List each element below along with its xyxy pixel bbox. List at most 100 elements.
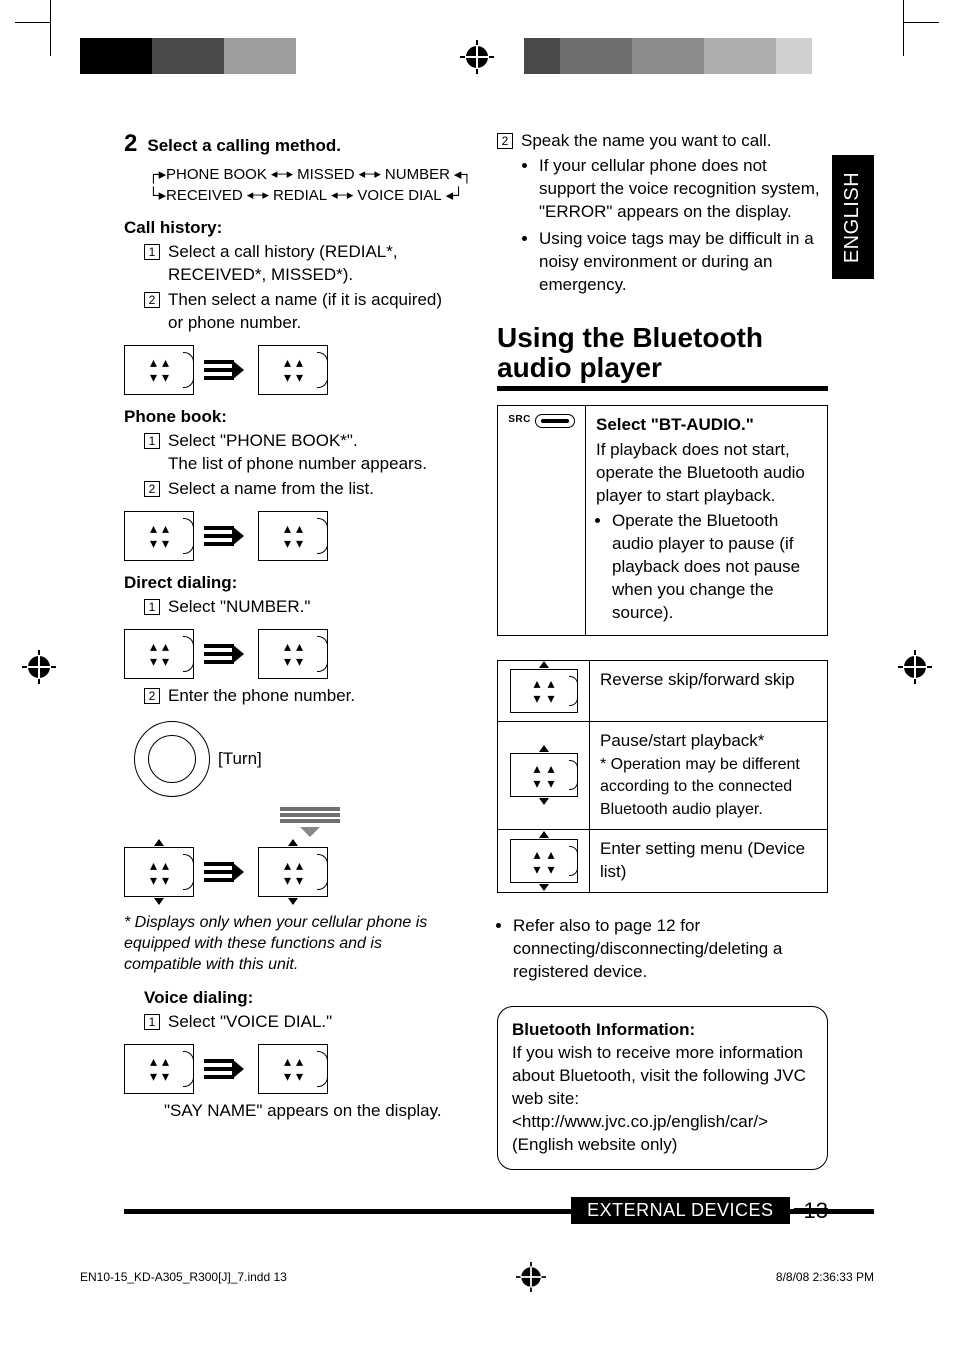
skip-button-icon: ▴▾ ▴▾ xyxy=(510,669,578,713)
direct-dialing-head: Direct dialing: xyxy=(124,573,455,593)
step-number-box: 2 xyxy=(144,481,160,497)
then-arrow-icon xyxy=(204,360,234,380)
speak-name-step: Speak the name you want to call. xyxy=(521,130,828,153)
skip-button-icon: ▴▾ ▴▾ xyxy=(124,511,194,561)
src-button-cell: SRC xyxy=(498,406,586,634)
skip-button-icon: ▴▾ ▴▾ xyxy=(258,629,328,679)
phone-book-step1: Select "PHONE BOOK*". xyxy=(168,431,358,450)
flow-received: RECEIVED xyxy=(166,185,243,206)
control-desc: Enter setting menu (Device list) xyxy=(590,830,827,892)
control-illustration: ▴▾ ▴▾ ▴▾ ▴▾ xyxy=(124,1044,455,1094)
bluetooth-info-box: Bluetooth Information: If you wish to re… xyxy=(497,1006,828,1170)
control-illustration: ▴▾ ▴▾ ▴▾ ▴▾ xyxy=(124,629,455,679)
down-arrows-icon xyxy=(164,807,455,837)
control-illustration: ▴▾ ▴▾ ▴▾ ▴▾ xyxy=(124,511,455,561)
calling-method-flow: ┌▸ PHONE BOOK ◂─▸ MISSED ◂─▸ NUMBER ◂┐ └… xyxy=(148,164,455,206)
registration-mark-icon xyxy=(22,650,56,684)
registration-mark-icon xyxy=(516,1262,546,1292)
phone-book-text: Select "PHONE BOOK*". The list of phone … xyxy=(168,430,455,476)
list-item: 1 Select "NUMBER." xyxy=(144,596,455,619)
control-reference-table: ▴▾ ▴▾ Reverse skip/forward skip ▴▾ ▴▾ xyxy=(497,660,828,894)
step-number-box: 2 xyxy=(497,133,513,149)
print-registration-area xyxy=(0,0,954,70)
src-text-cell: Select "BT-AUDIO." If playback does not … xyxy=(586,406,827,634)
info-head: Bluetooth Information: xyxy=(512,1020,695,1039)
refer-note-list: Refer also to page 12 for connecting/dis… xyxy=(513,915,828,984)
src-instruction-box: SRC Select "BT-AUDIO." If playback does … xyxy=(497,405,828,635)
control-illustration: ▴▾ ▴▾ ▴▾ ▴▾ xyxy=(124,847,455,897)
flow-voice-dial: VOICE DIAL xyxy=(357,185,441,206)
list-item: 2 Enter the phone number. xyxy=(144,685,455,708)
skip-button-icon: ▴▾ ▴▾ xyxy=(124,847,194,897)
imprint-file: EN10-15_KD-A305_R300[J]_7.indd 13 xyxy=(80,1270,287,1284)
table-row: ▴▾ ▴▾ Pause/start playback* * Operation … xyxy=(498,721,827,830)
src-body: If playback does not start, operate the … xyxy=(596,440,805,505)
list-item: 1 Select a call history (REDIAL*, RECEIV… xyxy=(144,241,455,287)
control-icon-cell: ▴▾ ▴▾ xyxy=(498,830,590,892)
registration-mark-icon xyxy=(898,650,932,684)
skip-button-icon: ▴▾ ▴▾ xyxy=(258,847,328,897)
flow-redial: REDIAL xyxy=(273,185,327,206)
then-arrow-icon xyxy=(204,644,234,664)
step-number-box: 1 xyxy=(144,433,160,449)
list-item: 1 Select "VOICE DIAL." xyxy=(144,1011,455,1034)
control-desc-sub: * Operation may be different according t… xyxy=(600,756,800,819)
voice-dialing-head: Voice dialing: xyxy=(144,988,455,1008)
step-number-box: 1 xyxy=(144,1014,160,1030)
trim-mark xyxy=(903,22,939,23)
then-arrow-icon xyxy=(204,526,234,546)
page-content: 2 Select a calling method. ┌▸ PHONE BOOK… xyxy=(124,130,874,1222)
skip-button-icon: ▴▾ ▴▾ xyxy=(124,629,194,679)
control-illustration: ▴▾ ▴▾ ▴▾ ▴▾ xyxy=(124,345,455,395)
footnote: * Displays only when your cellular phone… xyxy=(124,913,455,975)
call-history-head: Call history: xyxy=(124,218,455,238)
step-number-box: 2 xyxy=(144,688,160,704)
list-item: 2 Then select a name (if it is acquired)… xyxy=(144,289,455,335)
color-bar-right xyxy=(524,38,874,74)
knob-illustration: [Turn] xyxy=(134,721,455,797)
section-label-pill: EXTERNAL DEVICES 13 xyxy=(571,1197,828,1224)
control-desc-cell: Pause/start playback* * Operation may be… xyxy=(590,722,827,830)
trim-mark xyxy=(50,0,51,56)
control-desc: Reverse skip/forward skip xyxy=(590,661,827,721)
bullet-item: If your cellular phone does not support … xyxy=(539,155,828,224)
step-number: 2 xyxy=(124,130,137,158)
flow-missed: MISSED xyxy=(297,164,355,185)
direct-dialing-step1: Select "NUMBER." xyxy=(168,596,455,619)
color-bar-left xyxy=(80,38,430,74)
src-button-icon xyxy=(535,414,575,428)
voice-dialing-result: "SAY NAME" appears on the display. xyxy=(164,1100,455,1123)
section-name: EXTERNAL DEVICES xyxy=(571,1197,789,1224)
src-heading: Select "BT-AUDIO." xyxy=(596,414,817,437)
knob-label: [Turn] xyxy=(218,749,262,769)
flow-phone-book: PHONE BOOK xyxy=(166,164,267,185)
phone-book-step2: Select a name from the list. xyxy=(168,478,455,501)
registration-mark-icon xyxy=(460,40,494,74)
trim-mark xyxy=(903,0,904,56)
table-row: ▴▾ ▴▾ Enter setting menu (Device list) xyxy=(498,829,827,892)
list-item: 2 Speak the name you want to call. xyxy=(497,130,828,153)
step-number-box: 2 xyxy=(144,292,160,308)
voice-dialing-step1: Select "VOICE DIAL." xyxy=(168,1011,455,1034)
skip-button-icon: ▴▾ ▴▾ xyxy=(510,839,578,883)
call-history-text: Then select a name (if it is acquired) o… xyxy=(168,289,455,335)
flow-number: NUMBER xyxy=(385,164,450,185)
section-title-rule xyxy=(497,386,828,391)
list-item: 1 Select "PHONE BOOK*". The list of phon… xyxy=(144,430,455,476)
skip-button-icon: ▴▾ ▴▾ xyxy=(258,1044,328,1094)
table-row: ▴▾ ▴▾ Reverse skip/forward skip xyxy=(498,661,827,721)
step-2-heading: 2 Select a calling method. xyxy=(124,130,455,158)
print-imprint: EN10-15_KD-A305_R300[J]_7.indd 13 8/8/08… xyxy=(80,1262,874,1292)
step-label: Select a calling method. xyxy=(147,136,341,156)
direct-dialing-step2: Enter the phone number. xyxy=(168,685,455,708)
bullet-item: Using voice tags may be difficult in a n… xyxy=(539,228,828,297)
left-column: 2 Select a calling method. ┌▸ PHONE BOOK… xyxy=(124,130,461,1222)
control-icon-cell: ▴▾ ▴▾ xyxy=(498,722,590,830)
control-desc: Pause/start playback* xyxy=(600,731,764,750)
right-column: 2 Speak the name you want to call. If yo… xyxy=(497,130,874,1222)
then-arrow-icon xyxy=(204,862,234,882)
imprint-date: 8/8/08 2:36:33 PM xyxy=(776,1270,874,1284)
info-body: If you wish to receive more information … xyxy=(512,1043,806,1154)
step-number-box: 1 xyxy=(144,244,160,260)
skip-button-icon: ▴▾ ▴▾ xyxy=(510,753,578,797)
